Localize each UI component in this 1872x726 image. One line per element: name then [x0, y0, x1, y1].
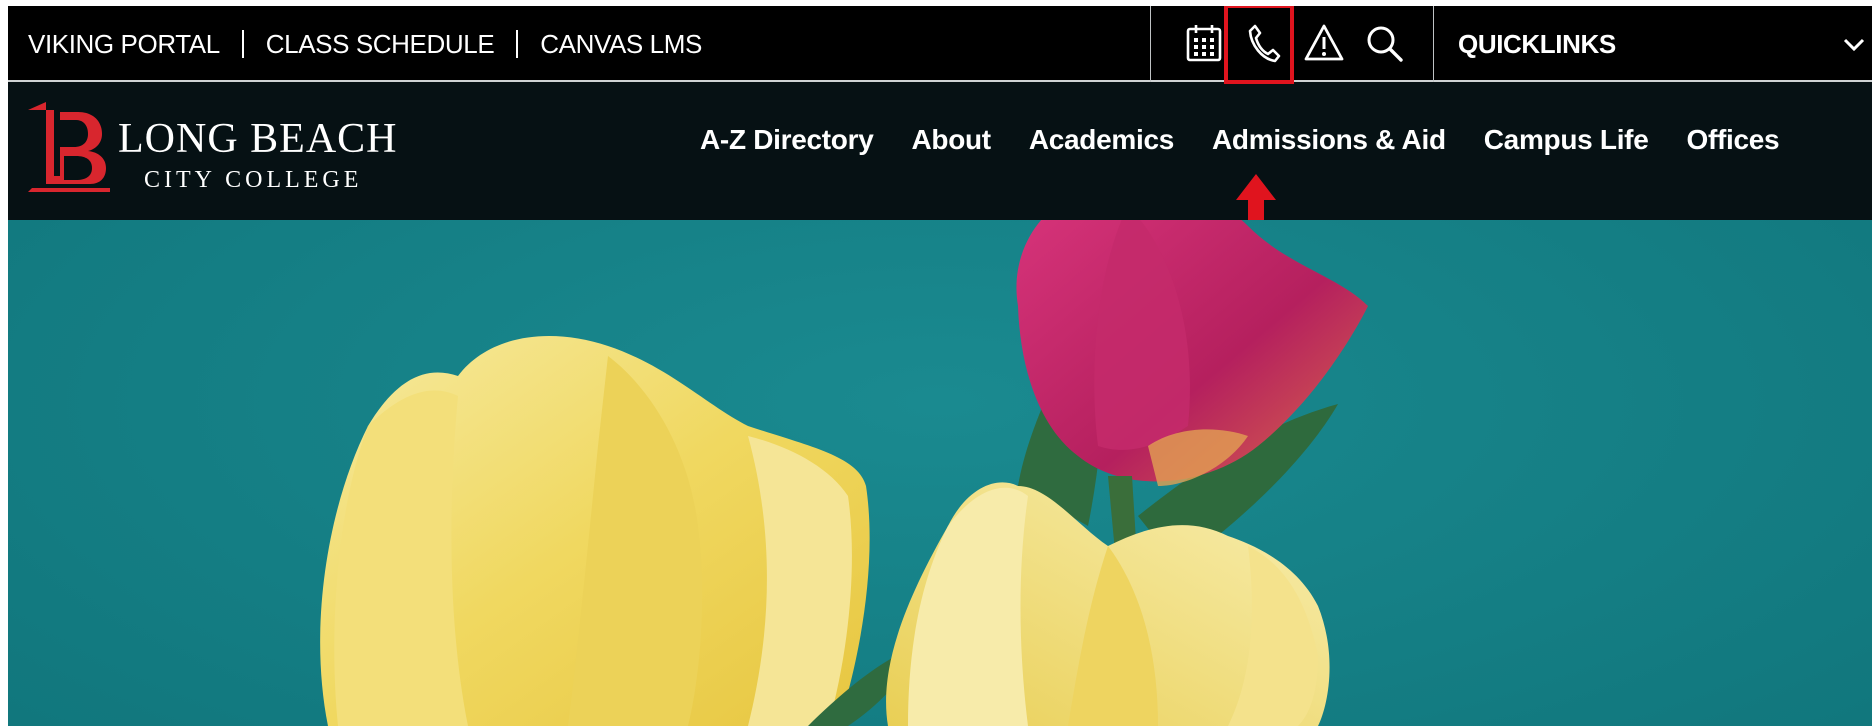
- calendar-icon[interactable]: [1175, 14, 1233, 72]
- phone-icon[interactable]: [1235, 14, 1293, 72]
- hero-image: [8, 220, 1872, 726]
- divider: [241, 30, 244, 58]
- nav-item-campus-life[interactable]: Campus Life: [1484, 124, 1649, 156]
- class-schedule-link[interactable]: CLASS SCHEDULE: [266, 29, 495, 60]
- viking-portal-link[interactable]: VIKING PORTAL: [28, 29, 220, 60]
- search-icon[interactable]: [1355, 14, 1413, 72]
- logo-wordmark: LONG BEACH: [118, 116, 398, 162]
- nav-item-offices[interactable]: Offices: [1686, 124, 1779, 156]
- utility-icon-group: [1150, 6, 1434, 82]
- nav-item-academics[interactable]: Academics: [1029, 124, 1174, 156]
- chevron-down-icon: [1840, 30, 1868, 63]
- college-logo[interactable]: LONG BEACH CITY COLLEGE: [26, 96, 397, 204]
- primary-nav-items: A-Z Directory About Academics Admissions…: [700, 82, 1817, 198]
- utility-links: VIKING PORTAL CLASS SCHEDULE CANVAS LMS: [28, 6, 702, 82]
- utility-bar: VIKING PORTAL CLASS SCHEDULE CANVAS LMS: [8, 6, 1872, 82]
- nav-item-about[interactable]: About: [911, 124, 991, 156]
- quicklinks-dropdown[interactable]: QUICKLINKS: [1434, 6, 1872, 82]
- lb-logo-mark: [28, 102, 110, 192]
- nav-item-az-directory[interactable]: A-Z Directory: [700, 124, 874, 156]
- alert-icon[interactable]: [1295, 14, 1353, 72]
- logo-subtitle: CITY COLLEGE: [144, 167, 363, 193]
- canvas-lms-link[interactable]: CANVAS LMS: [540, 29, 702, 60]
- nav-item-admissions-aid[interactable]: Admissions & Aid: [1212, 124, 1446, 156]
- divider: [516, 30, 519, 58]
- main-navigation: LONG BEACH CITY COLLEGE A-Z Directory Ab…: [8, 82, 1872, 254]
- quicklinks-label: QUICKLINKS: [1458, 28, 1616, 59]
- browser-viewport: VIKING PORTAL CLASS SCHEDULE CANVAS LMS: [8, 6, 1872, 726]
